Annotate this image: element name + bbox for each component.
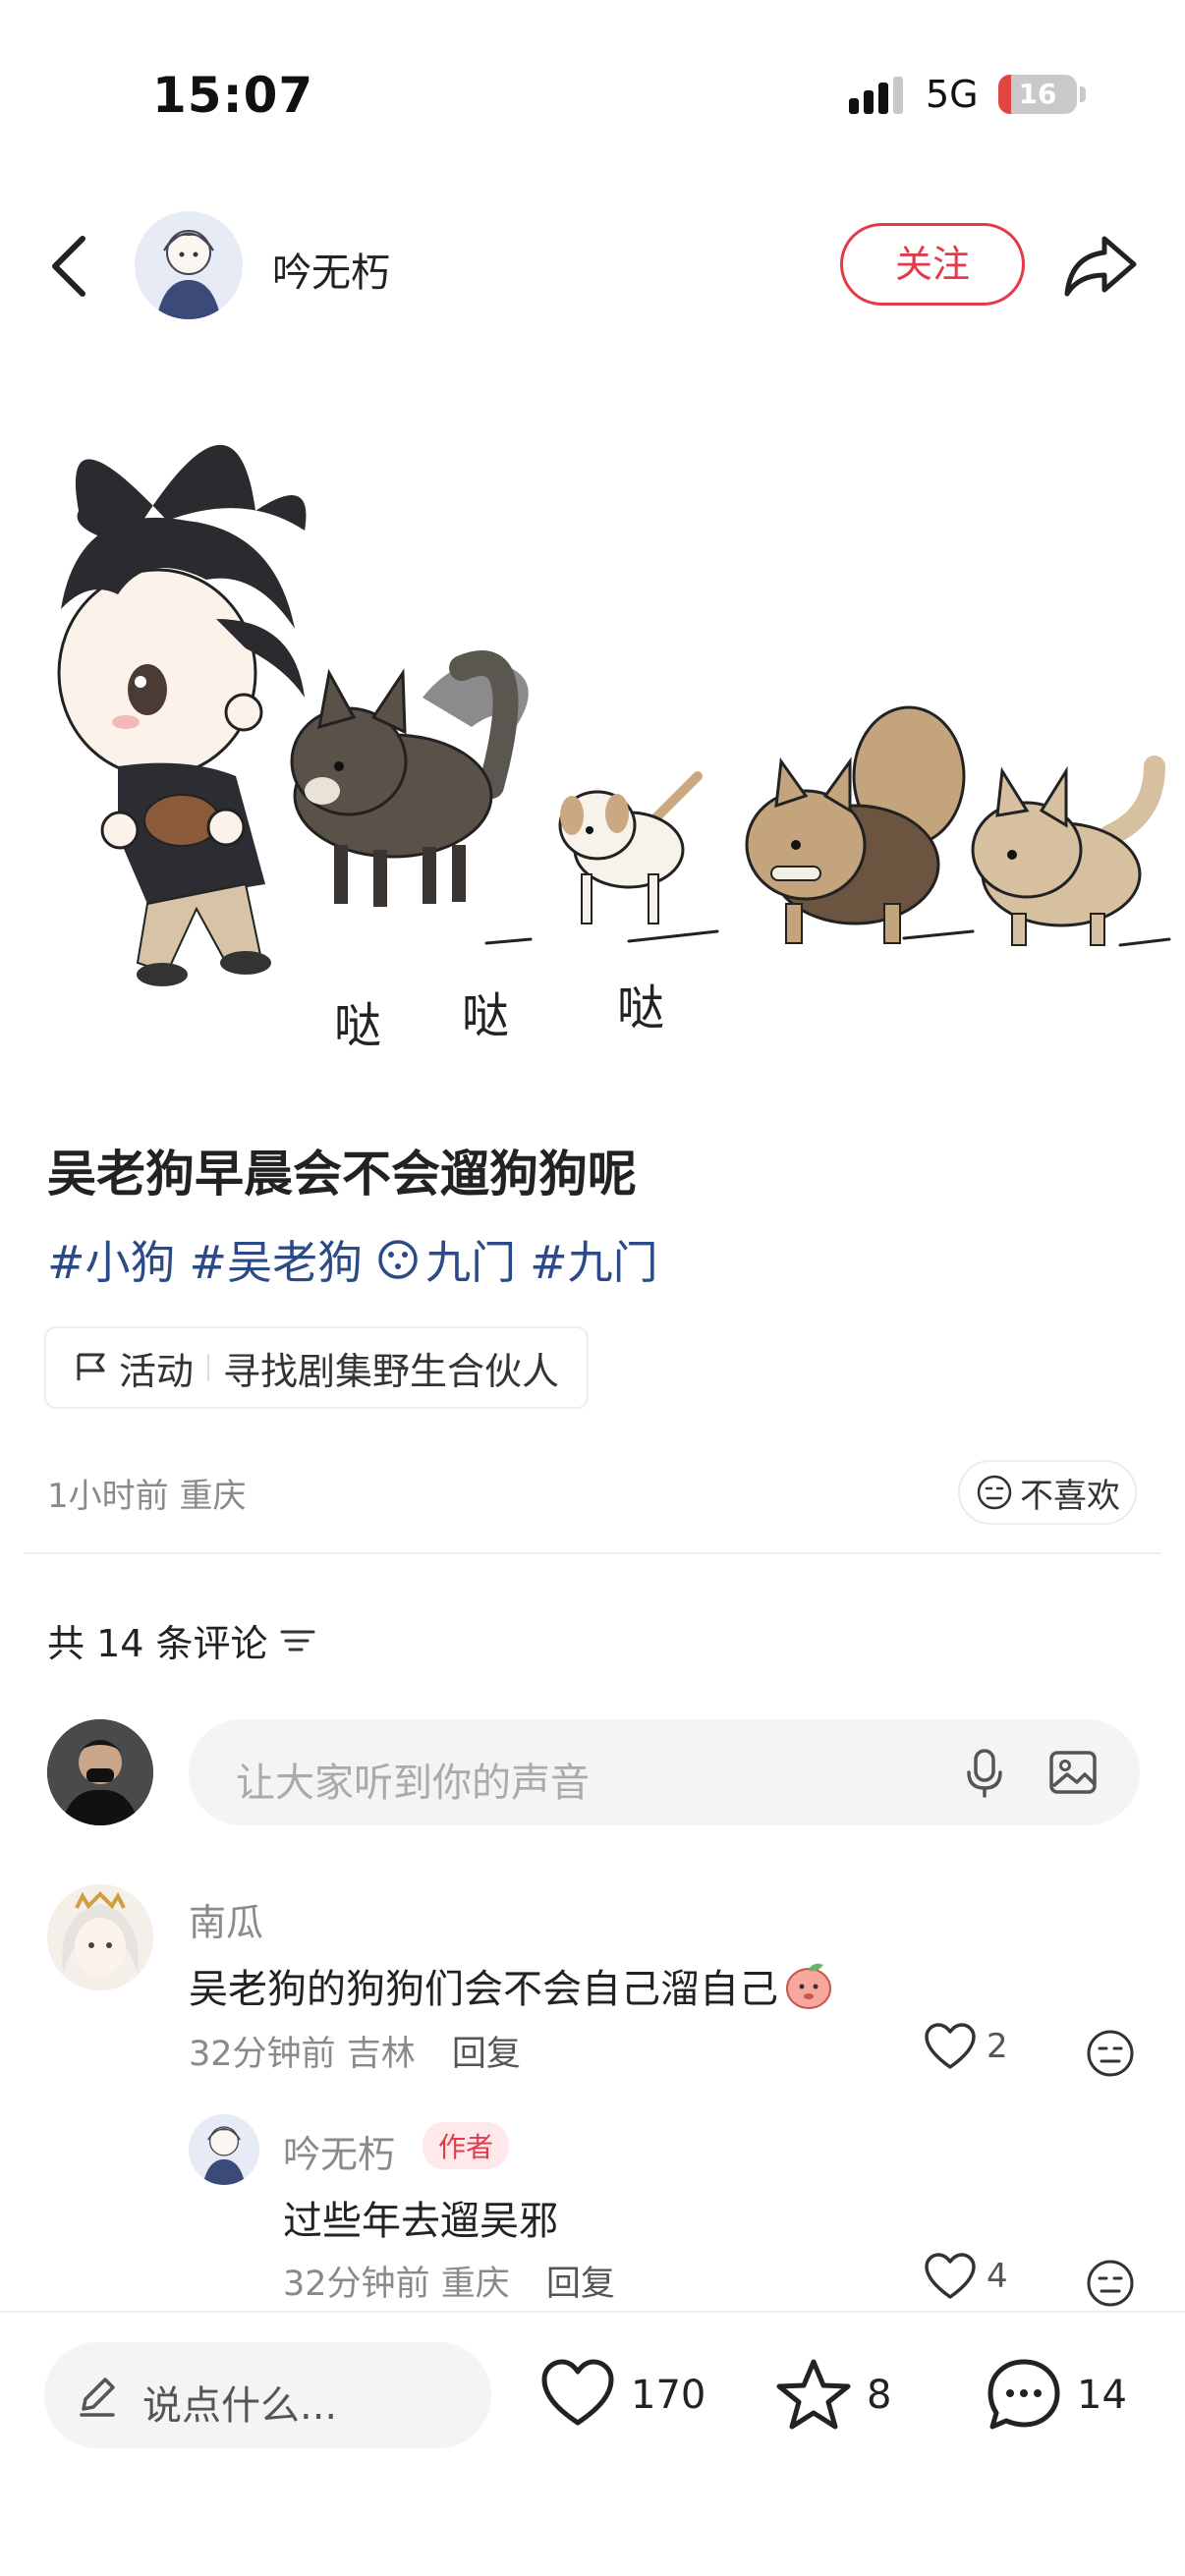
reply-meta: 32分钟前 重庆 回复 xyxy=(283,2256,615,2306)
reply-author[interactable]: 吟无朽 xyxy=(283,2124,395,2178)
author-avatar[interactable] xyxy=(135,211,243,319)
reply-like-button[interactable]: 4 xyxy=(924,2252,1008,2301)
heart-icon xyxy=(541,2359,614,2426)
activity-chip[interactable]: 活动 寻找剧集野生合伙人 xyxy=(44,1326,590,1409)
section-divider xyxy=(24,1552,1161,1554)
top-nav: 吟无朽 关注 xyxy=(0,201,1185,329)
illustration-text-1: 哒 xyxy=(334,998,381,1053)
battery-level: 16 xyxy=(1018,78,1057,110)
tan-dog xyxy=(971,756,1165,946)
fluffy-dog xyxy=(745,705,966,944)
comment-like-count: 2 xyxy=(987,2027,1008,2066)
comment-icon xyxy=(988,2359,1060,2430)
follow-button[interactable]: 关注 xyxy=(840,223,1025,306)
mic-icon[interactable] xyxy=(955,1743,1014,1802)
chibi-boy-figure xyxy=(57,444,307,986)
say-something-placeholder: 说点什么... xyxy=(142,2383,338,2429)
dislike-label: 不喜欢 xyxy=(1020,1476,1120,1516)
topic-jiumen[interactable]: 九门 xyxy=(376,1227,516,1292)
dark-dog xyxy=(290,650,529,907)
reply-location: 重庆 xyxy=(440,2265,510,2304)
peach-emoji-icon xyxy=(786,1963,831,2009)
comment-text: 吴老狗的狗狗们会不会自己溜自己 xyxy=(189,1967,778,2012)
reply-button[interactable]: 回复 xyxy=(452,2035,521,2074)
comment-count[interactable]: 共 14 条评论 xyxy=(47,1613,317,1667)
bottom-action-bar: 说点什么... 170 8 14 xyxy=(0,2313,1185,2576)
activity-separator xyxy=(207,1354,210,1381)
tag-topic-icon xyxy=(378,1240,418,1279)
comment-input[interactable]: 让大家听到你的声音 xyxy=(189,1719,1140,1825)
star-button[interactable]: 8 xyxy=(774,2352,891,2438)
comment-body: 吴老狗的狗狗们会不会自己溜自己 xyxy=(189,1957,835,2014)
tag-jiumen[interactable]: #九门 xyxy=(530,1227,658,1292)
comment-time: 32分钟前 xyxy=(189,2035,336,2074)
activity-icon xyxy=(77,1353,105,1380)
comment-meta: 32分钟前 吉林 回复 xyxy=(189,2026,521,2076)
filter-icon xyxy=(280,1630,315,1651)
author-badge: 作者 xyxy=(423,2122,510,2169)
topic-jiumen-label: 九门 xyxy=(425,1236,517,1289)
illustration-text-2: 哒 xyxy=(462,988,509,1043)
reply-like-count: 4 xyxy=(987,2257,1008,2296)
post-time-location: 1小时前 重庆 xyxy=(47,1477,247,1516)
heart-icon xyxy=(925,2023,976,2069)
dislike-button[interactable]: 不喜欢 xyxy=(958,1460,1137,1525)
comment-count-label: 共 14 条评论 xyxy=(47,1622,268,1665)
activity-label: 活动 xyxy=(119,1349,195,1393)
illustration-text-3: 哒 xyxy=(617,980,664,1036)
signal-icon xyxy=(849,77,903,114)
image-icon[interactable] xyxy=(1044,1743,1102,1802)
comment-count-bottom: 14 xyxy=(1077,2373,1127,2418)
like-button[interactable]: 170 xyxy=(538,2352,705,2438)
comment-dislike-icon[interactable] xyxy=(1085,2028,1136,2079)
like-count: 170 xyxy=(631,2373,706,2418)
comment-like-button[interactable]: 2 xyxy=(924,2022,1008,2071)
author-name[interactable]: 吟无朽 xyxy=(272,241,390,298)
status-bar: 15:07 5G 16 xyxy=(0,0,1185,187)
network-type: 5G xyxy=(926,73,979,116)
reply-dislike-icon[interactable] xyxy=(1085,2258,1136,2309)
activity-text: 寻找剧集野生合伙人 xyxy=(223,1349,560,1393)
back-icon[interactable] xyxy=(41,229,100,304)
comment-avatar[interactable] xyxy=(47,1884,153,1990)
post-image[interactable]: 哒 哒 哒 xyxy=(0,373,1185,1081)
tag-xiaogou[interactable]: #小狗 xyxy=(47,1227,176,1292)
reply-text: 过些年去遛吴邪 xyxy=(283,2199,558,2244)
star-icon xyxy=(776,2359,851,2430)
my-avatar[interactable] xyxy=(47,1719,153,1825)
heart-icon xyxy=(925,2253,976,2299)
battery-indicator: 16 xyxy=(998,75,1077,114)
comment-input-placeholder: 让大家听到你的声音 xyxy=(236,1761,590,1806)
dislike-face-icon xyxy=(977,1475,1012,1510)
share-icon[interactable] xyxy=(1061,231,1140,300)
reply-time: 32分钟前 xyxy=(283,2265,430,2304)
status-time: 15:07 xyxy=(152,67,314,124)
comment-location: 吉林 xyxy=(346,2035,416,2074)
tag-wulaogou[interactable]: #吴老狗 xyxy=(190,1227,364,1292)
reply-button[interactable]: 回复 xyxy=(546,2265,615,2304)
pencil-icon xyxy=(80,2378,115,2417)
white-dog xyxy=(558,771,703,924)
tag-list: #小狗 #吴老狗 九门 #九门 xyxy=(47,1230,658,1289)
post-title: 吴老狗早晨会不会遛狗狗呢 xyxy=(47,1146,637,1203)
comment-author[interactable]: 南瓜 xyxy=(189,1892,263,1946)
reply-avatar[interactable] xyxy=(189,2114,259,2185)
star-count: 8 xyxy=(867,2373,892,2418)
say-something-input[interactable]: 说点什么... xyxy=(44,2342,491,2448)
battery-cap xyxy=(1080,86,1086,102)
comment-button[interactable]: 14 xyxy=(985,2352,1127,2438)
